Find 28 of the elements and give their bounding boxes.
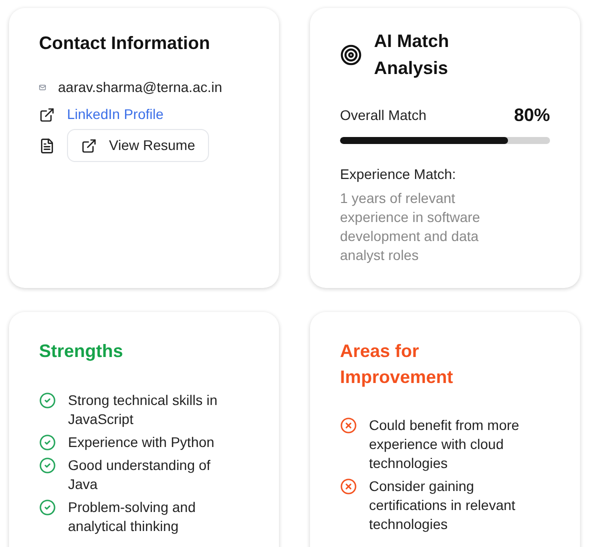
- experience-text: 1 years of relevant experience in software development and data analyst roles: [340, 189, 482, 265]
- card-title: AI Match Analysis: [374, 30, 450, 80]
- linkedin-link[interactable]: LinkedIn Profile: [67, 104, 164, 125]
- target-icon: [340, 44, 362, 66]
- card-title: Strengths: [39, 340, 124, 363]
- document-icon: [39, 138, 55, 154]
- strength-item: Good understanding of Java: [68, 456, 212, 494]
- email-text: aarav.sharma@terna.ac.in: [58, 78, 222, 97]
- strength-item: Experience with Python: [68, 433, 216, 452]
- improvement-item: Could benefit from more experience with cloud technologies: [369, 416, 520, 473]
- card-title: Contact Information: [39, 32, 211, 55]
- experience-label: Experience Match:: [340, 165, 457, 184]
- view-resume-button[interactable]: View Resume: [67, 129, 210, 162]
- improvement-item: Consider gaining certifications in relevant technologies: [369, 477, 516, 534]
- external-link-icon: [81, 138, 97, 154]
- email-icon: [39, 84, 46, 91]
- check-icon: [39, 457, 56, 474]
- check-icon: [39, 499, 56, 516]
- strength-item: Strong technical skills in JavaScript: [68, 391, 218, 429]
- x-circle-icon: [340, 417, 357, 434]
- strength-item: Problem-solving and analytical thinking: [68, 498, 197, 536]
- external-link-icon: [39, 106, 55, 122]
- check-icon: [39, 392, 56, 409]
- card-title: Areas for Improvement: [340, 340, 454, 389]
- check-icon: [39, 434, 56, 451]
- overall-match-label: Overall Match: [340, 106, 426, 125]
- x-circle-icon: [340, 478, 357, 495]
- overall-match-value: 80%: [514, 104, 550, 127]
